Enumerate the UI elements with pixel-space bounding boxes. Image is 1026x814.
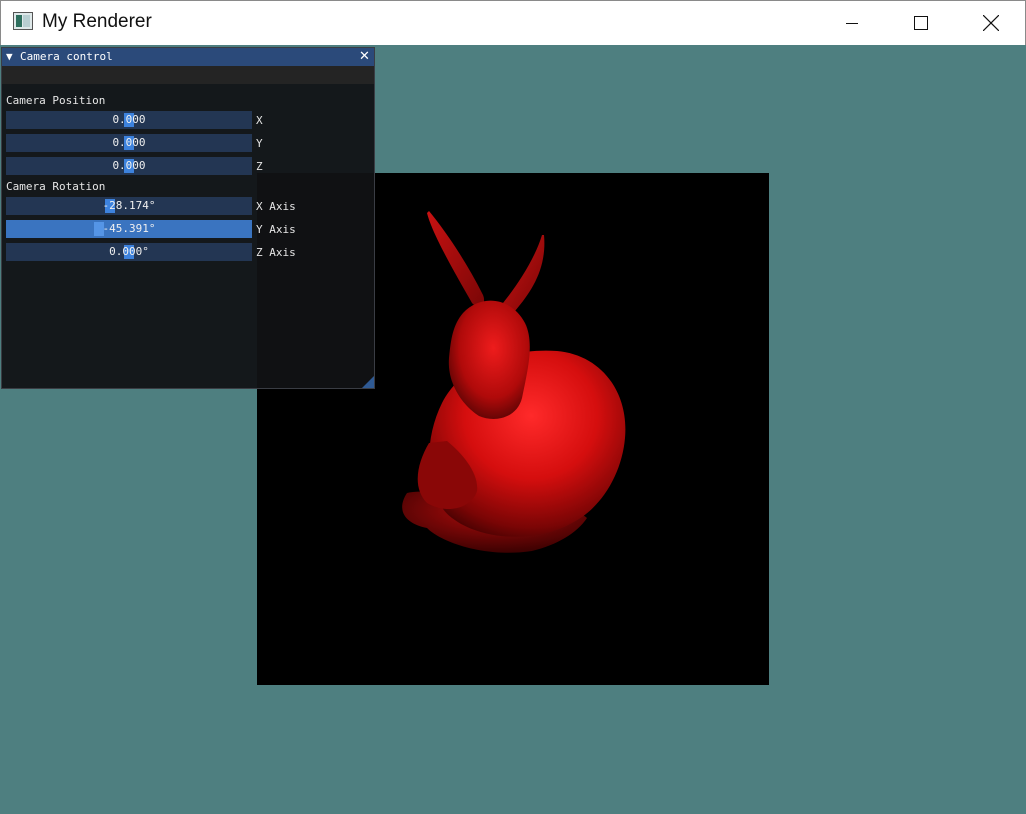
panel-title: Camera control xyxy=(20,50,113,63)
rotation-x-drag[interactable]: -28.174° xyxy=(6,197,252,215)
position-y-drag[interactable]: 0.000 xyxy=(6,134,252,152)
rotation-x-value: -28.174° xyxy=(102,199,156,212)
position-x-label: X xyxy=(256,114,263,127)
position-z-label: Z xyxy=(256,160,263,173)
close-icon xyxy=(983,15,999,31)
window-title: My Renderer xyxy=(42,11,152,32)
close-icon[interactable]: ✕ xyxy=(359,49,370,64)
panel-header[interactable]: ▼ Camera control ✕ xyxy=(2,48,374,66)
triangle-down-icon[interactable]: ▼ xyxy=(6,50,13,63)
camera-rotation-label: Camera Rotation xyxy=(6,180,106,193)
rotation-y-value: -45.391° xyxy=(102,222,156,235)
position-y-value: 0.000 xyxy=(112,136,146,149)
rotation-y-drag[interactable]: -45.391° xyxy=(6,220,252,238)
window-titlebar[interactable]: My Renderer xyxy=(0,0,1026,45)
rotation-z-value: 0.000° xyxy=(109,245,149,258)
camera-position-label: Camera Position xyxy=(6,94,106,107)
camera-control-panel[interactable]: ▼ Camera control ✕ Camera Position 0.000… xyxy=(1,47,375,389)
rotation-y-label: Y Axis xyxy=(256,223,296,236)
resize-grip[interactable] xyxy=(362,376,374,388)
position-x-drag[interactable]: 0.000 xyxy=(6,111,252,129)
maximize-icon xyxy=(914,16,928,30)
position-z-value: 0.000 xyxy=(112,159,146,172)
app-icon xyxy=(13,12,33,30)
position-z-drag[interactable]: 0.000 xyxy=(6,157,252,175)
maximize-button[interactable] xyxy=(898,1,944,45)
position-x-value: 0.000 xyxy=(112,113,146,126)
position-y-label: Y xyxy=(256,137,263,150)
rotation-x-label: X Axis xyxy=(256,200,296,213)
minimize-icon xyxy=(846,23,858,24)
rotation-z-drag[interactable]: 0.000° xyxy=(6,243,252,261)
rotation-z-label: Z Axis xyxy=(256,246,296,259)
menu-strip xyxy=(2,66,374,84)
close-window-button[interactable] xyxy=(968,1,1014,45)
minimize-button[interactable] xyxy=(829,1,875,45)
